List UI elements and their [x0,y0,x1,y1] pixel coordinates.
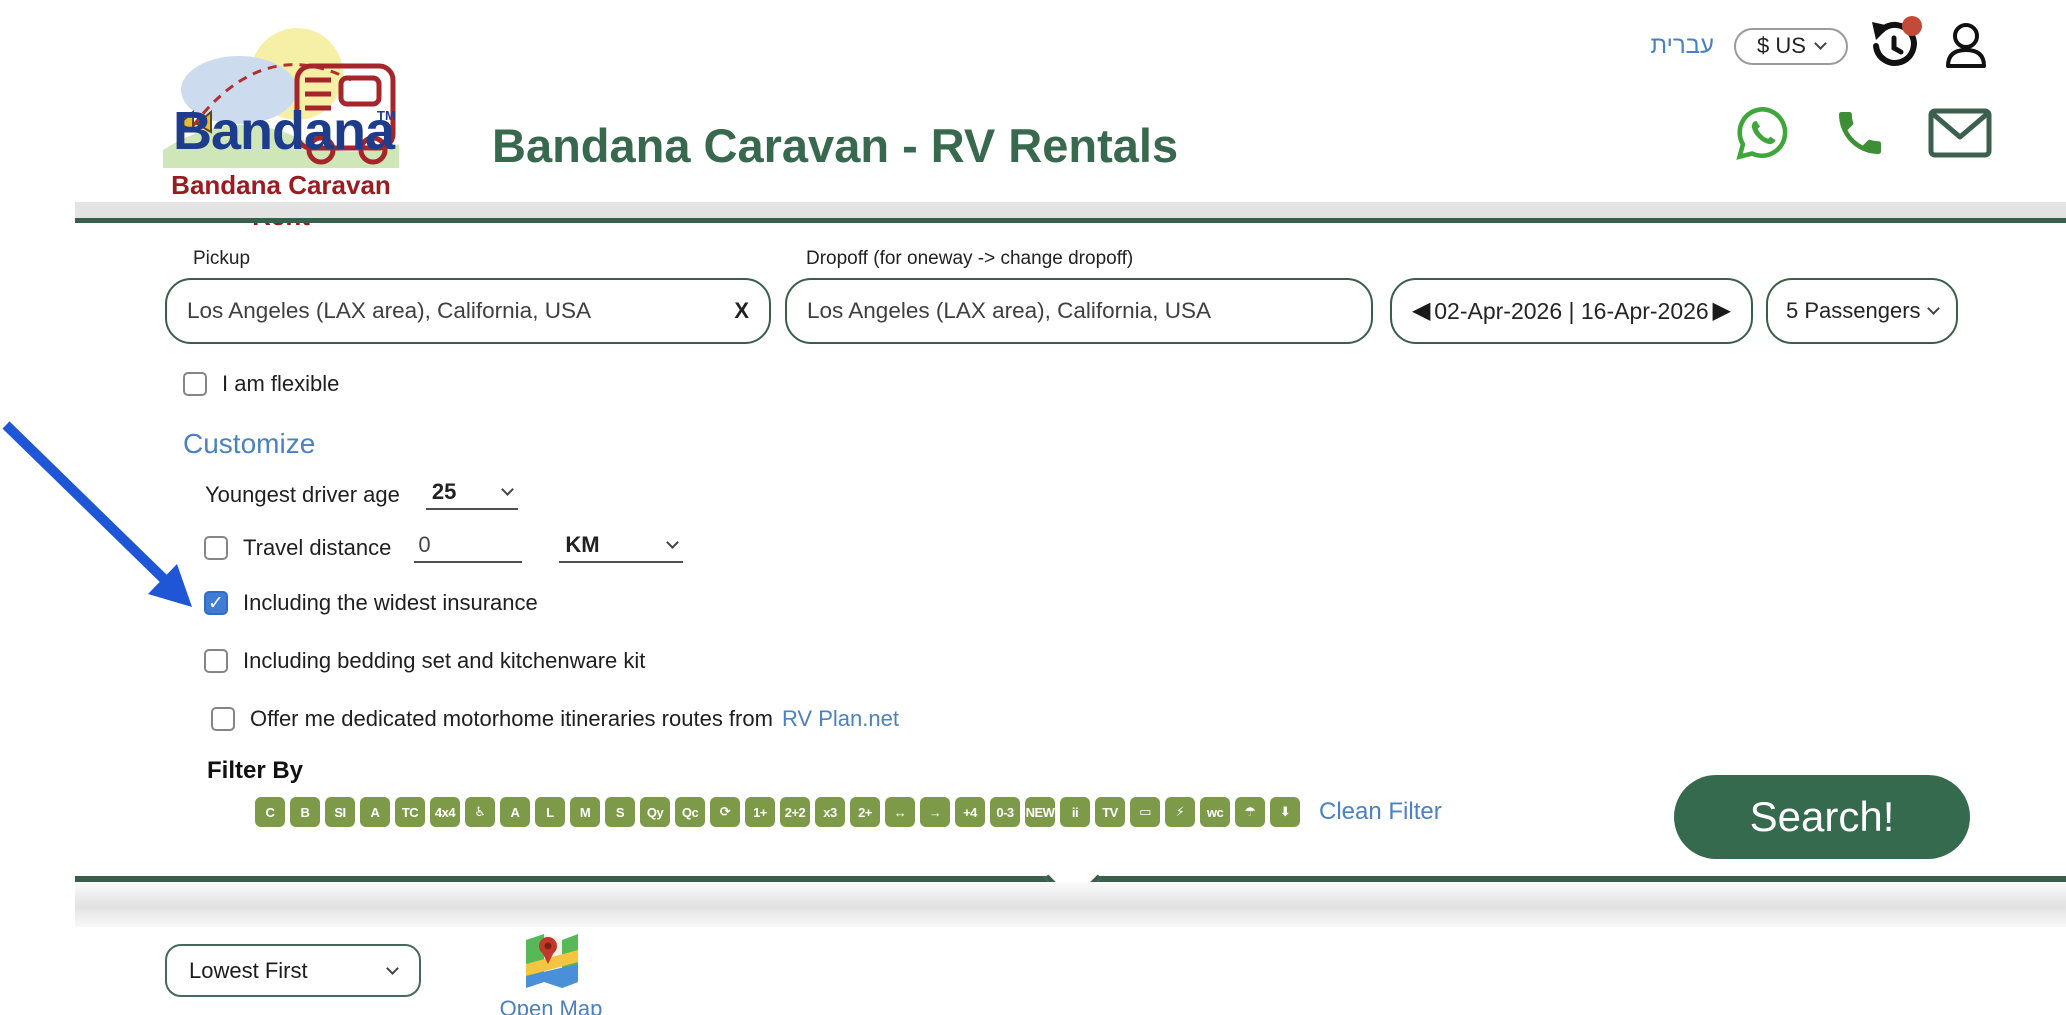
driver-age-label: Youngest driver age [205,482,400,508]
four-wheel-drive-filter-icon[interactable]: 4x4 [430,797,460,827]
phone-icon[interactable] [1832,105,1888,161]
results-header-band [75,882,2066,927]
automatic-transmission-filter-icon[interactable]: A [500,797,530,827]
passengers-value: 5 Passengers [1786,298,1921,324]
shower-filter-icon[interactable]: ☂ [1235,797,1265,827]
flexible-checkbox[interactable] [183,372,207,396]
open-map-label: Open Map [493,996,609,1015]
travel-distance-label: Travel distance [243,535,391,561]
chevron-down-icon [501,483,514,496]
company-logo[interactable]: Bandana TM Bandana Caravan Rent [145,8,417,200]
page-title: Bandana Caravan - RV Rentals [492,118,1178,173]
whatsapp-icon[interactable] [1734,104,1792,162]
vehicle-width-filter-icon[interactable]: ↔ [885,797,915,827]
pickup-label: Pickup [193,248,250,270]
recent-searches-button[interactable] [1868,20,1920,72]
size-medium-filter-icon[interactable]: M [570,797,600,827]
chevron-down-icon [1814,37,1827,50]
language-link-hebrew[interactable]: עברית [1651,32,1714,60]
filter-icons-row: CBSIATC4x4♿ALMSQyQc⟳1+2+2x32+↔→+40-3NEWi… [255,797,1442,827]
extra-person-filter-icon[interactable]: 1+ [745,797,775,827]
class-a-filter-icon[interactable]: A [360,797,390,827]
distance-unit-select[interactable]: KM [559,532,683,563]
class-c-filter-icon[interactable]: C [255,797,285,827]
plus-four-filter-icon[interactable]: +4 [955,797,985,827]
bedding-kitchenware-label: Including bedding set and kitchenware ki… [243,648,645,674]
ages-0-3-filter-icon[interactable]: 0-3 [990,797,1020,827]
size-small-filter-icon[interactable]: S [605,797,635,827]
dropoff-value: Los Angeles (LAX area), California, USA [807,298,1351,324]
checkmark-icon: ✓ [208,592,224,615]
wc-filter-icon[interactable]: wc [1200,797,1230,827]
seats-2plus2-filter-icon[interactable]: 2+2 [780,797,810,827]
tv-filter-icon[interactable]: TV [1095,797,1125,827]
clear-pickup-button[interactable]: X [734,298,749,324]
logo-brand-text: Bandana [173,100,394,162]
power-filter-icon[interactable]: ⚡ [1165,797,1195,827]
rv-down-filter-icon[interactable]: ⬇ [1270,797,1300,827]
travel-distance-input[interactable]: 0 [414,532,522,563]
itineraries-checkbox[interactable] [211,707,235,731]
class-b-filter-icon[interactable]: B [290,797,320,827]
size-large-filter-icon[interactable]: L [535,797,565,827]
truck-camper-filter-icon[interactable]: TC [395,797,425,827]
passengers-select[interactable]: 5 Passengers [1766,278,1958,344]
family-plus-filter-icon[interactable]: 2+ [850,797,880,827]
driver-age-select[interactable]: 25 [426,479,518,510]
sort-order-value: Lowest First [189,958,308,984]
chevron-down-icon [667,536,680,549]
date-range-value: 02-Apr-2026 | 16-Apr-2026 [1434,298,1708,325]
pickup-input[interactable]: Los Angeles (LAX area), California, USA … [165,278,771,344]
date-range-picker[interactable]: ◀ 02-Apr-2026 | 16-Apr-2026 ▶ [1390,278,1753,344]
widest-insurance-label: Including the widest insurance [243,590,538,616]
page: Bandana TM Bandana Caravan Rent Bandana … [0,0,2066,1015]
wheelchair-accessible-filter-icon[interactable]: ♿ [465,797,495,827]
next-dates-arrow[interactable]: ▶ [1713,299,1731,323]
header-divider-line [75,218,2066,223]
map-icon [520,930,582,990]
widest-insurance-checkbox[interactable]: ✓ [204,591,228,615]
horizontal-scrollbar[interactable] [75,202,2066,218]
distance-unit-value: KM [565,532,599,558]
account-icon[interactable] [1940,20,1992,72]
chevron-down-icon [386,962,399,975]
previous-dates-arrow[interactable]: ◀ [1412,299,1430,323]
bedding-kitchenware-checkbox[interactable] [204,649,228,673]
rv-plan-net-link[interactable]: RV Plan.net [782,706,899,732]
quality-c-filter-icon[interactable]: Qc [675,797,705,827]
one-way-filter-icon[interactable]: → [920,797,950,827]
family-filter-icon[interactable]: ii [1060,797,1090,827]
search-button[interactable]: Search! [1674,775,1970,859]
currency-value: $ US [1757,33,1806,59]
new-vehicle-filter-icon[interactable]: NEW [1025,797,1055,827]
clean-filter-link[interactable]: Clean Filter [1319,798,1442,826]
dropoff-label: Dropoff (for oneway -> change dropoff) [806,248,1133,270]
pickup-value: Los Angeles (LAX area), California, USA [187,298,734,324]
quality-y-filter-icon[interactable]: Qy [640,797,670,827]
currency-select[interactable]: $ US [1734,28,1848,65]
open-map-button[interactable]: Open Map [493,930,609,1015]
filter-by-title: Filter By [207,757,303,785]
customize-link[interactable]: Customize [183,428,315,460]
chevron-down-icon [1927,302,1940,315]
sort-order-select[interactable]: Lowest First [165,944,421,997]
notification-badge [1902,16,1922,36]
driver-age-value: 25 [432,479,456,505]
flexible-label: I am flexible [222,371,339,397]
itineraries-label: Offer me dedicated motorhome itineraries… [250,706,773,732]
times-three-filter-icon[interactable]: x3 [815,797,845,827]
dropoff-input[interactable]: Los Angeles (LAX area), California, USA [785,278,1373,344]
logo-tm-mark: TM [377,108,396,123]
semi-integrated-filter-icon[interactable]: SI [325,797,355,827]
email-icon[interactable] [1928,107,1992,159]
travel-distance-checkbox[interactable] [204,536,228,560]
bed-filter-icon[interactable]: ▭ [1130,797,1160,827]
round-trip-filter-icon[interactable]: ⟳ [710,797,740,827]
